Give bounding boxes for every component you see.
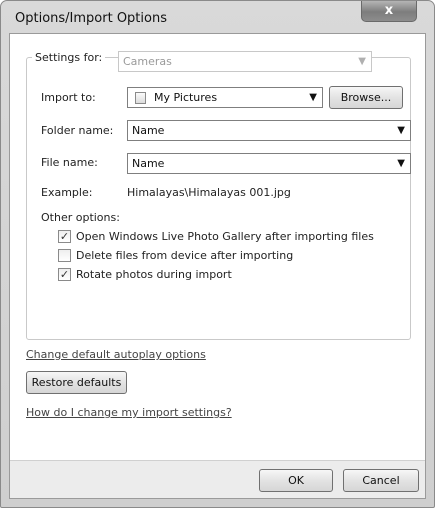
dialog-footer: OK Cancel (10, 460, 425, 498)
chevron-down-icon: ▼ (309, 92, 317, 103)
dialog-title: Options/Import Options (15, 11, 167, 26)
dialog-content: Settings for: Cameras ▼ Import to: My Pi… (9, 33, 426, 499)
cancel-button[interactable]: Cancel (343, 469, 419, 492)
folder-name-select[interactable]: Name ▼ (127, 120, 411, 141)
file-name-label: File name: (41, 156, 98, 169)
chevron-down-icon: ▼ (397, 158, 405, 169)
settings-for-label: Settings for: (32, 51, 106, 64)
other-options-label: Other options: (41, 211, 120, 224)
chevron-down-icon: ▼ (397, 125, 405, 136)
file-name-value: Name (132, 157, 165, 170)
delete-files-checkbox[interactable] (58, 249, 71, 262)
folder-icon (135, 92, 146, 104)
rotate-photos-checkbox[interactable]: ✓ (58, 268, 71, 281)
import-to-select[interactable]: My Pictures ▼ (127, 87, 323, 108)
example-label: Example: (41, 186, 93, 199)
open-gallery-label: Open Windows Live Photo Gallery after im… (76, 230, 374, 243)
delete-files-label: Delete files from device after importing (76, 249, 294, 262)
browse-button[interactable]: Browse... (329, 86, 403, 109)
restore-defaults-button[interactable]: Restore defaults (26, 371, 127, 394)
folder-name-label: Folder name: (41, 124, 114, 137)
ok-button[interactable]: OK (259, 469, 333, 492)
title-bar: Options/Import Options x (1, 1, 434, 35)
example-value: Himalayas\Himalayas 001.jpg (127, 186, 291, 199)
open-gallery-checkbox[interactable]: ✓ (58, 230, 71, 243)
settings-for-value: Cameras (123, 55, 172, 68)
rotate-photos-label: Rotate photos during import (76, 268, 232, 281)
import-to-label: Import to: (41, 91, 96, 104)
help-link[interactable]: How do I change my import settings? (26, 406, 232, 419)
close-button[interactable]: x (361, 1, 417, 22)
options-dialog: Options/Import Options x Settings for: C… (0, 0, 435, 508)
folder-name-value: Name (132, 124, 165, 137)
file-name-select[interactable]: Name ▼ (127, 153, 411, 174)
autoplay-options-link[interactable]: Change default autoplay options (26, 348, 206, 361)
close-icon: x (384, 3, 394, 18)
import-to-value: My Pictures (154, 91, 218, 104)
settings-for-select[interactable]: Cameras ▼ (118, 51, 372, 72)
chevron-down-icon: ▼ (358, 56, 366, 67)
